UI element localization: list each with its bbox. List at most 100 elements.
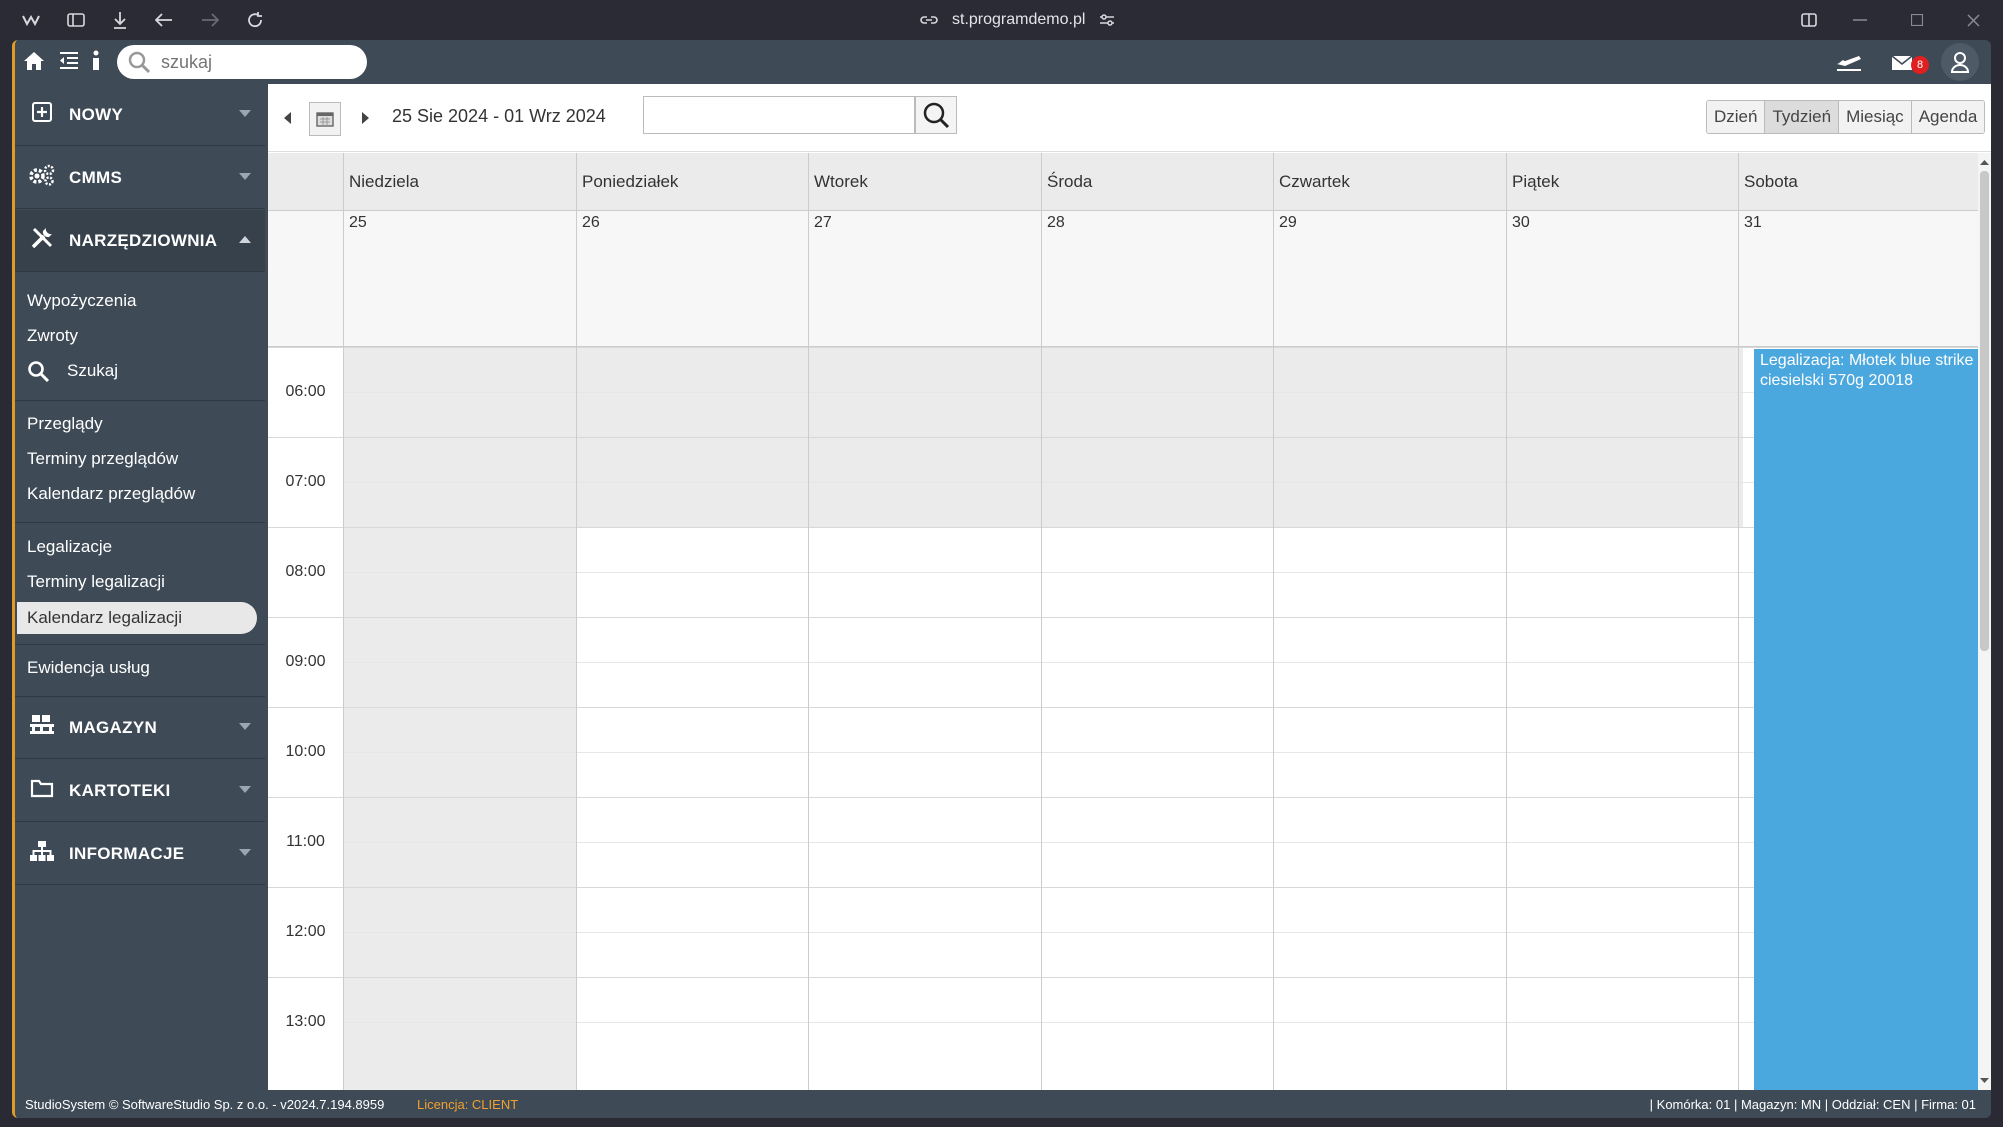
sidebar-item-wypozyczenia[interactable]: Wypożyczenia (27, 286, 136, 316)
sidebar-item-terminy-legalizacji[interactable]: Terminy legalizacji (27, 567, 165, 597)
day-number-wtorek[interactable]: 27 (808, 211, 1041, 347)
calendar-scrollbar[interactable] (1978, 153, 1991, 1090)
day-column-divider (1738, 347, 1739, 1090)
calendar-search-button[interactable] (915, 96, 957, 134)
sitemap-icon (27, 840, 57, 868)
hour-line (268, 347, 1978, 348)
sidebar-section-kartoteki[interactable]: KARTOTEKI (15, 760, 265, 822)
date-picker-button[interactable] (309, 102, 341, 136)
folder-icon (27, 778, 57, 804)
tools-icon (27, 226, 57, 256)
global-search[interactable] (117, 45, 367, 79)
sidebar-divider (15, 522, 265, 523)
day-column-divider (1041, 347, 1042, 1090)
date-range-label: 25 Sie 2024 - 01 Wrz 2024 (392, 106, 606, 126)
half-hour-line (343, 932, 1978, 933)
info-icon[interactable] (91, 50, 101, 77)
day-number-niedziela[interactable]: 25 (343, 211, 576, 347)
next-week-arrow-icon[interactable] (362, 112, 369, 124)
search-icon (923, 102, 950, 129)
site-settings-icon[interactable] (1099, 13, 1115, 27)
half-hour-line (343, 392, 1978, 393)
day-header-czwartek: Czwartek (1273, 153, 1506, 211)
license-text: Licencja: CLIENT (417, 1097, 519, 1112)
split-view-icon[interactable] (1795, 6, 1823, 34)
prev-week-arrow-icon[interactable] (284, 112, 291, 124)
day-header-poniedzialek: Poniedziałek (576, 153, 808, 211)
back-arrow-icon[interactable] (150, 6, 178, 34)
day-number-poniedzialek[interactable]: 26 (576, 211, 808, 347)
sidebar-section-magazyn[interactable]: MAGAZYN (15, 697, 265, 759)
scrollbar-thumb[interactable] (1980, 171, 1989, 651)
browser-logo-icon[interactable] (17, 6, 45, 34)
menu-collapse-icon[interactable] (59, 50, 79, 74)
day-number-czwartek[interactable]: 29 (1273, 211, 1506, 347)
chevron-down-icon (239, 173, 251, 180)
sidebar-section-nowy[interactable]: NOWY (15, 84, 265, 146)
sidebar-toggle-icon[interactable] (62, 6, 90, 34)
week-calendar: Niedziela Poniedziałek Wtorek Środa Czwartek… (268, 153, 1978, 1090)
sidebar-item-terminy-przegladow[interactable]: Terminy przeglądów (27, 444, 178, 474)
day-column-divider (1273, 347, 1274, 1090)
hour-label: 08:00 (268, 527, 343, 617)
user-avatar[interactable] (1941, 43, 1979, 81)
scroll-up-icon[interactable] (1978, 157, 1991, 167)
day-number-piatek[interactable]: 30 (1506, 211, 1738, 347)
sidebar-item-kalendarz-legalizacji[interactable]: Kalendarz legalizacji (17, 602, 257, 634)
view-week-button[interactable]: Tydzień (1765, 101, 1840, 133)
sidebar-section-cmms[interactable]: CMMS (15, 147, 265, 209)
sidebar-item-ewidencja-uslug[interactable]: Ewidencja usług (27, 653, 150, 683)
minimize-icon[interactable] (1846, 6, 1874, 34)
view-month-button[interactable]: Miesiąc (1839, 101, 1912, 133)
view-agenda-button[interactable]: Agenda (1911, 101, 1985, 133)
sidebar-item-kalendarz-przegladow[interactable]: Kalendarz przeglądów (27, 479, 195, 509)
plane-icon[interactable] (1835, 52, 1863, 77)
sidebar-section-informacje[interactable]: INFORMACJE (15, 823, 265, 885)
address-bar[interactable]: st.programdemo.pl (920, 8, 1115, 32)
section-label: CMMS (69, 167, 123, 187)
day-number-sroda[interactable]: 28 (1041, 211, 1273, 347)
url-text[interactable]: st.programdemo.pl (952, 11, 1085, 29)
hour-line (268, 437, 1978, 438)
sidebar-section-narzedziownia[interactable]: NARZĘDZIOWNIA (15, 210, 265, 272)
view-day-button[interactable]: Dzień (1707, 101, 1766, 133)
chevron-down-icon (239, 723, 251, 730)
half-hour-line (343, 842, 1978, 843)
close-window-icon[interactable] (1959, 6, 1987, 34)
day-header-piatek: Piątek (1506, 153, 1738, 211)
day-column-divider (576, 347, 577, 1090)
sidebar-item-legalizacje[interactable]: Legalizacje (27, 532, 112, 562)
hour-line (268, 797, 1978, 798)
sidebar-item-szukaj[interactable]: Szukaj (27, 356, 118, 386)
chevron-down-icon (239, 110, 251, 117)
search-icon (128, 51, 151, 74)
day-column-divider (1506, 347, 1507, 1090)
sidebar-item-zwroty[interactable]: Zwroty (27, 321, 78, 351)
hour-line (268, 707, 1978, 708)
calendar-search-input[interactable] (643, 96, 915, 134)
sidebar-item-przeglady[interactable]: Przeglądy (27, 409, 103, 439)
day-number-sobota[interactable]: 31 (1738, 211, 1978, 347)
status-bar: StudioSystem © SoftwareStudio Sp. z o.o.… (15, 1090, 1991, 1118)
calendar-icon (316, 112, 334, 127)
maximize-icon[interactable] (1903, 6, 1931, 34)
scroll-down-icon[interactable] (1978, 1076, 1991, 1086)
section-label: KARTOTEKI (69, 780, 171, 800)
forward-arrow-icon[interactable] (196, 6, 224, 34)
section-label: NOWY (69, 104, 124, 124)
half-hour-line (343, 662, 1978, 663)
sidebar: NOWY CMMS NARZĘDZIOWNIA Wypożyczenia Zwr… (15, 84, 265, 1084)
home-icon[interactable] (22, 50, 46, 77)
hour-label: 07:00 (268, 437, 343, 527)
non-working-shade (343, 347, 576, 1090)
time-grid: 06:00 07:00 08:00 09:00 10:00 11:00 12:00 13:00… (268, 347, 1978, 1090)
pallet-icon (27, 714, 57, 742)
hour-line (268, 527, 1978, 528)
app-topbar: 8 (15, 40, 1991, 84)
day-header-wtorek: Wtorek (808, 153, 1041, 211)
calendar-event[interactable]: Legalizacja: Młotek blue strike ciesiels… (1754, 349, 1978, 1090)
download-icon[interactable] (106, 6, 134, 34)
global-search-input[interactable] (161, 51, 341, 73)
reload-icon[interactable] (241, 6, 269, 34)
mail-icon[interactable] (1891, 52, 1913, 76)
